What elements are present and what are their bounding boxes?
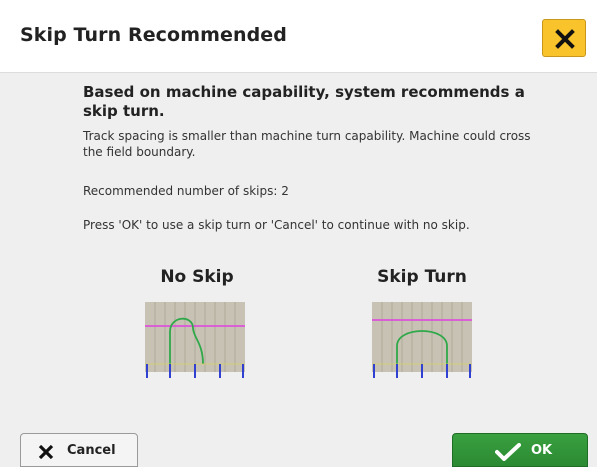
no-skip-label: No Skip [160, 267, 234, 287]
close-button[interactable] [542, 19, 586, 57]
ok-button-label: OK [531, 443, 553, 458]
skip-turn-label: Skip Turn [377, 267, 467, 287]
instructions-text: Press 'OK' to use a skip turn or 'Cancel… [83, 218, 470, 232]
dialog-footer: Cancel OK [0, 427, 597, 467]
close-icon [555, 29, 575, 49]
explanation-text: Track spacing is smaller than machine tu… [83, 129, 531, 159]
x-icon [38, 445, 54, 459]
dialog-body: Based on machine capability, system reco… [0, 72, 597, 428]
no-skip-diagram [145, 302, 245, 378]
dialog-titlebar: Skip Turn Recommended [0, 0, 597, 72]
skip-turn-diagram [372, 302, 472, 378]
cancel-button-label: Cancel [67, 443, 116, 458]
recommended-skips-text: Recommended number of skips: 2 [83, 184, 289, 198]
dialog-title: Skip Turn Recommended [20, 24, 287, 46]
cancel-button[interactable]: Cancel [20, 433, 138, 467]
checkmark-icon [495, 443, 521, 461]
ok-button[interactable]: OK [452, 433, 588, 467]
recommendation-heading: Based on machine capability, system reco… [83, 83, 525, 120]
skip-turn-dialog: Skip Turn Recommended Based on machine c… [0, 0, 597, 467]
